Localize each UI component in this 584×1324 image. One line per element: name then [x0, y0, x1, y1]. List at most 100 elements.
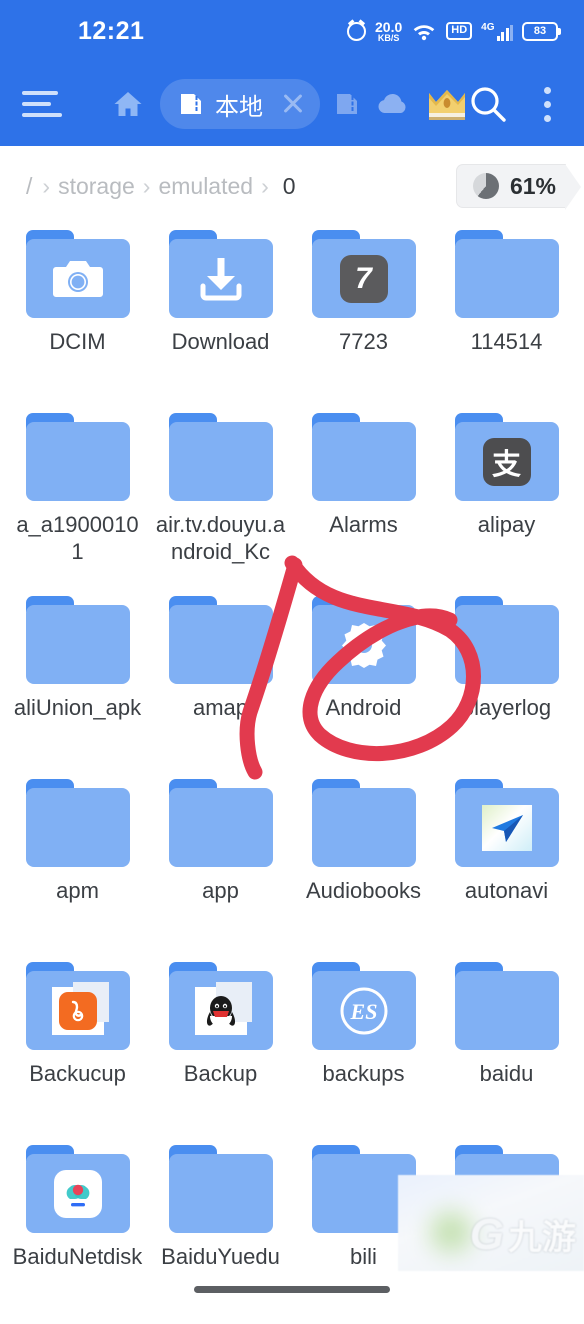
watermark-text: 九游 [508, 1219, 576, 1257]
alipay-icon: 支 [455, 422, 559, 501]
folder-plain-icon [26, 788, 130, 867]
folder-icon [311, 596, 416, 684]
breadcrumb-segment-emulated[interactable]: emulated [150, 173, 261, 200]
tab-local-label: 本地 [215, 93, 263, 121]
storage-badge[interactable]: 61% [455, 164, 582, 210]
file-grid-item[interactable]: playerlog [435, 592, 578, 775]
file-grid-item-label: a_a19000101 [16, 512, 139, 564]
file-grid-item-label: Audiobooks [306, 878, 421, 903]
file-grid-item-label: app [202, 878, 239, 903]
watermark-overlay: G 九游 [398, 1175, 584, 1271]
chevron-right-icon: › [142, 172, 151, 199]
file-grid-item[interactable]: 7 7723 [292, 226, 435, 409]
sdcard-icon-secondary[interactable] [334, 92, 360, 116]
file-grid-item-label: Backucup [29, 1061, 126, 1086]
folder-icon [168, 413, 273, 501]
crown-icon[interactable] [426, 87, 468, 121]
folder-icon [311, 413, 416, 501]
folder-plain-icon [26, 605, 130, 684]
folder-icon [168, 1145, 273, 1233]
es-explorer-icon: ES [312, 971, 416, 1050]
folder-plain-icon [455, 239, 559, 318]
folder-plain-icon [455, 605, 559, 684]
file-grid-item[interactable]: air.tv.douyu.android_Kc [149, 409, 292, 592]
folder-icon: 7 [311, 230, 416, 318]
file-grid-item-label: BaiduYuedu [161, 1244, 280, 1269]
folder-icon [454, 596, 559, 684]
folder-plain-icon [455, 971, 559, 1050]
file-grid-item[interactable]: aliUnion_apk [6, 592, 149, 775]
app-7723-icon: 7 [312, 239, 416, 318]
sdcard-icon [178, 92, 204, 116]
autonavi-icon [455, 788, 559, 867]
watermark-logo-glyph: G [469, 1209, 504, 1259]
file-grid-item[interactable]: apm [6, 775, 149, 958]
folder-plain-icon [169, 605, 273, 684]
status-icons: 20.0 KB/S HD 4G 83 [347, 20, 561, 43]
file-grid-item[interactable]: Backup [149, 958, 292, 1141]
file-grid-item[interactable]: baidu [435, 958, 578, 1141]
three-dot-menu-icon[interactable] [532, 86, 562, 122]
network-speed-value: 20.0 [375, 18, 403, 35]
folder-icon [25, 779, 130, 867]
file-grid-item[interactable]: Download [149, 226, 292, 409]
file-grid-item[interactable]: 支 alipay [435, 409, 578, 592]
folder-icon: ES [311, 962, 416, 1050]
hamburger-menu-icon[interactable] [22, 91, 64, 117]
file-grid-item[interactable]: autonavi [435, 775, 578, 958]
file-grid-item[interactable]: amap [149, 592, 292, 775]
home-indicator [194, 1286, 390, 1293]
file-grid-item-label: 7723 [339, 329, 388, 354]
alarm-icon [347, 21, 367, 41]
baidu-netdisk-icon [26, 1154, 130, 1233]
network-speed-indicator: 20.0 KB/S [375, 20, 402, 43]
breadcrumb-segment-storage[interactable]: storage [50, 173, 143, 200]
network-type-label: 4G [481, 21, 495, 33]
file-grid-item[interactable]: DCIM [6, 226, 149, 409]
file-grid-item-label: baidu [479, 1061, 534, 1086]
file-grid-item[interactable]: 114514 [435, 226, 578, 409]
cloud-icon[interactable] [376, 93, 408, 115]
folder-plain-icon [169, 422, 273, 501]
folder-icon [25, 413, 130, 501]
tab-local[interactable]: 本地 [160, 79, 320, 129]
breadcrumb-segment-root[interactable]: / [26, 173, 42, 200]
gear-icon [312, 605, 416, 684]
signal-bars [496, 24, 513, 41]
file-grid-item[interactable]: a_a19000101 [6, 409, 149, 592]
close-icon[interactable] [278, 89, 308, 119]
file-grid-item[interactable]: ES backups [292, 958, 435, 1141]
file-grid-item-label: alipay [477, 512, 536, 537]
file-grid-item-label: Backup [183, 1061, 258, 1086]
file-grid-item[interactable]: Audiobooks [292, 775, 435, 958]
file-grid-item-label: BaiduNetdisk [12, 1244, 143, 1269]
home-icon[interactable] [112, 89, 144, 119]
search-icon[interactable] [468, 84, 508, 124]
file-grid-item-label: Alarms [329, 512, 398, 537]
folder-plain-icon [169, 1154, 273, 1233]
file-grid-item[interactable]: Android [292, 592, 435, 775]
file-grid-item[interactable]: Backucup [6, 958, 149, 1141]
folder-plain-icon [169, 788, 273, 867]
file-grid-item[interactable]: app [149, 775, 292, 958]
file-grid-item-label: backups [322, 1061, 405, 1086]
folder-icon [168, 596, 273, 684]
file-grid-item[interactable]: Alarms [292, 409, 435, 592]
folder-icon [168, 779, 273, 867]
folder-plain-icon [312, 788, 416, 867]
camera-icon [26, 239, 130, 318]
status-bar: 12:21 20.0 KB/S HD 4G 83 [0, 0, 584, 62]
file-grid-item-label: DCIM [49, 329, 106, 354]
folder-icon [454, 962, 559, 1050]
folder-plain-icon [26, 422, 130, 501]
wifi-icon [411, 21, 437, 41]
file-grid: DCIM Download 7 7723 114514 a_a19000101 air.tv… [0, 226, 584, 1324]
file-grid-item-label: aliUnion_apk [13, 695, 142, 720]
breadcrumb-segment-current[interactable]: 0 [269, 173, 304, 200]
hd-icon: HD [446, 22, 473, 40]
watermark-logo: G 九游 [470, 1210, 576, 1259]
file-grid-item-label: 114514 [470, 329, 543, 354]
qq-icon [169, 971, 273, 1050]
pie-chart-icon [472, 173, 499, 199]
file-grid-item-label: Android [325, 695, 402, 720]
